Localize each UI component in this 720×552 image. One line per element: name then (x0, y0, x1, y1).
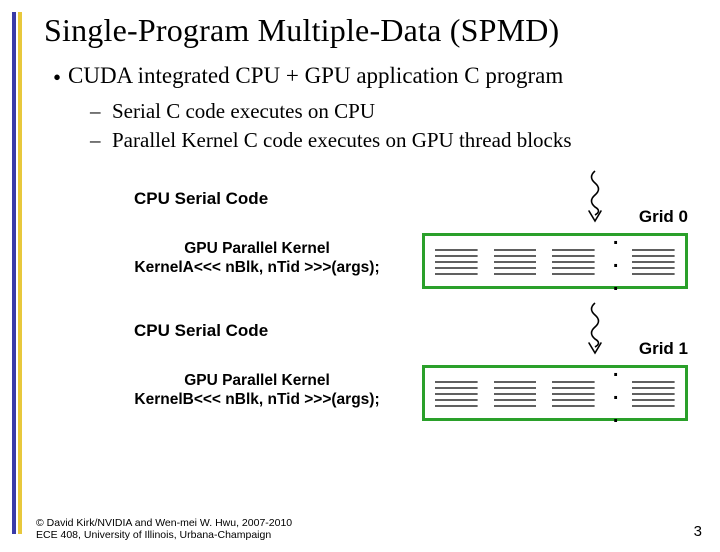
slide-title: Single-Program Multiple-Data (SPMD) (44, 12, 720, 49)
ellipsis: . . . (613, 227, 621, 296)
cpu-serial-label-1: CPU Serial Code (134, 321, 268, 341)
ellipsis: . . . (613, 359, 621, 428)
gpu-kernel-a-label: GPU Parallel Kernel KernelA<<< nBlk, nTi… (112, 239, 402, 278)
sub-bullet-0: – Serial C code executes on CPU (90, 99, 720, 124)
accent-bar-blue (12, 12, 16, 534)
gpu-row-b: GPU Parallel Kernel KernelB<<< nBlk, nTi… (82, 365, 688, 425)
thread-block (630, 242, 677, 280)
gpu-kernel-b-label: GPU Parallel Kernel KernelB<<< nBlk, nTi… (112, 371, 402, 410)
squiggle-arrow-1 (580, 301, 610, 357)
squiggle-arrow-0 (580, 169, 610, 225)
spmd-diagram: CPU Serial Code Grid 0 GPU Parallel Kern… (82, 167, 688, 425)
dash-icon: – (90, 99, 112, 124)
grid-1-label: Grid 1 (639, 339, 688, 359)
grid-0-box: . . . (422, 233, 688, 289)
thread-block (492, 374, 539, 412)
dash-icon: – (90, 128, 112, 153)
thread-block (550, 374, 597, 412)
bullet-main: • CUDA integrated CPU + GPU application … (46, 63, 720, 91)
thread-block (433, 374, 480, 412)
gpu-row-a: GPU Parallel Kernel KernelA<<< nBlk, nTi… (82, 233, 688, 299)
cpu-row-0: CPU Serial Code Grid 0 (82, 167, 688, 233)
sub-bullet-list: – Serial C code executes on CPU – Parall… (90, 99, 720, 153)
gpu-kernel-b-line2: KernelB<<< nBlk, nTid >>>(args); (134, 391, 379, 408)
accent-bars (12, 12, 24, 534)
page-number: 3 (694, 523, 702, 540)
thread-block (550, 242, 597, 280)
gpu-kernel-a-line2: KernelA<<< nBlk, nTid >>>(args); (134, 259, 379, 276)
copyright-footer: © David Kirk/NVIDIA and Wen-mei W. Hwu, … (36, 517, 292, 542)
thread-block (630, 374, 677, 412)
footer-line1: © David Kirk/NVIDIA and Wen-mei W. Hwu, … (36, 517, 292, 529)
bullet-main-text: CUDA integrated CPU + GPU application C … (68, 63, 563, 89)
gpu-kernel-a-line1: GPU Parallel Kernel (184, 240, 330, 257)
thread-block (492, 242, 539, 280)
gpu-kernel-b-line1: GPU Parallel Kernel (184, 372, 330, 389)
sub-bullet-0-text: Serial C code executes on CPU (112, 99, 375, 124)
cpu-serial-label-0: CPU Serial Code (134, 189, 268, 209)
sub-bullet-1-text: Parallel Kernel C code executes on GPU t… (112, 128, 572, 153)
accent-bar-yellow (18, 12, 22, 534)
content-area: • CUDA integrated CPU + GPU application … (46, 63, 720, 425)
thread-block (433, 242, 480, 280)
cpu-row-1: CPU Serial Code Grid 1 (82, 299, 688, 365)
sub-bullet-1: – Parallel Kernel C code executes on GPU… (90, 128, 720, 153)
grid-1-box: . . . (422, 365, 688, 421)
grid-0-label: Grid 0 (639, 207, 688, 227)
bullet-dot-icon: • (46, 63, 68, 91)
